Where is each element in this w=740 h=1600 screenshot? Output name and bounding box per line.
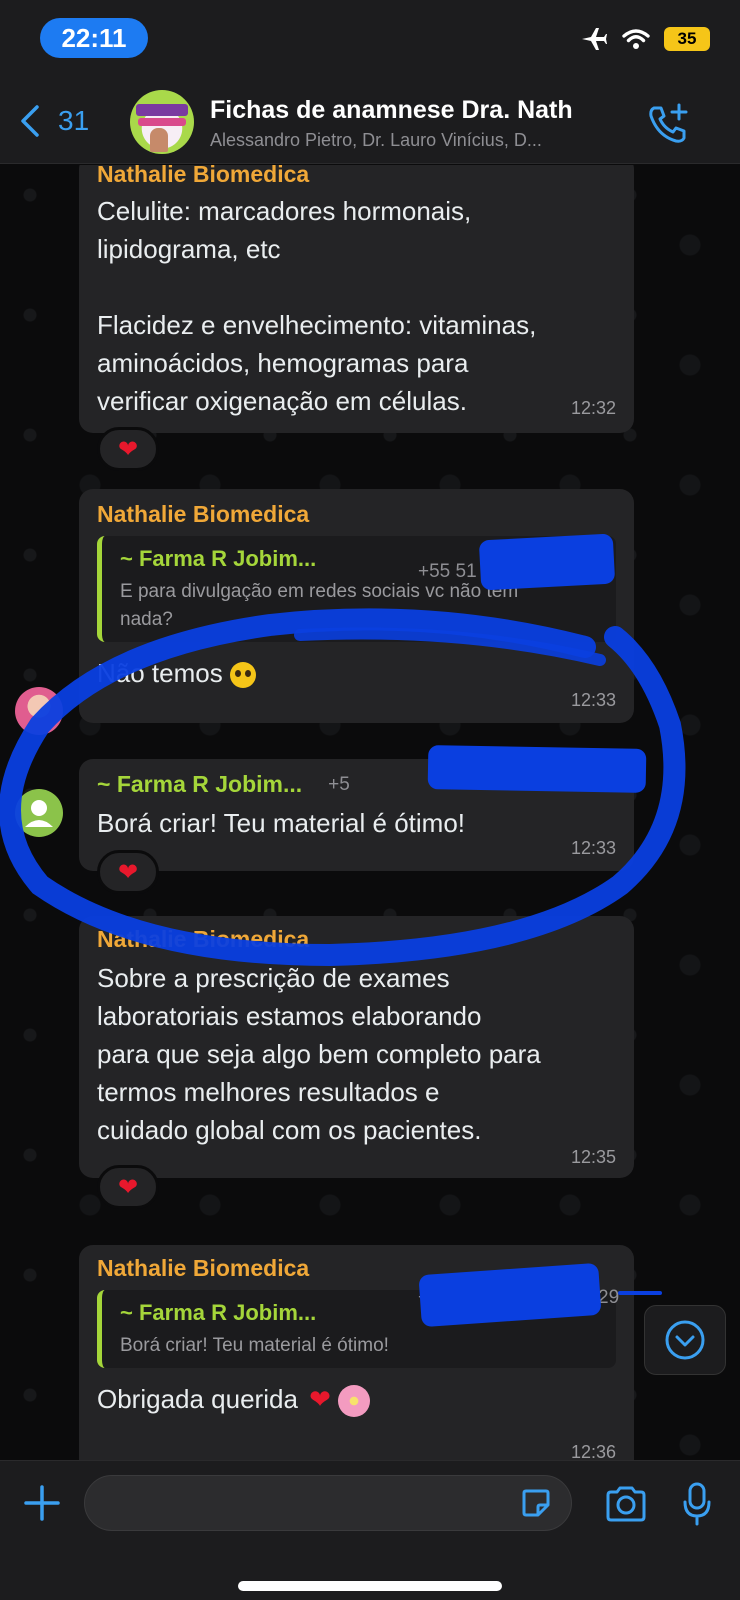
message-time: 12:35 (570, 1147, 616, 1167)
quoted-text: Borá criar! Teu material é ótimo! (120, 1335, 389, 1356)
message-text: Não temos (97, 654, 616, 692)
sender-avatar[interactable] (15, 687, 63, 735)
message-sender: Nathalie Biomedica (97, 165, 310, 187)
message-input[interactable] (84, 1475, 572, 1531)
pleading-face-icon (229, 662, 256, 689)
message-text: Borá criar! Teu material é ótimo! (97, 808, 465, 838)
default-avatar-icon[interactable] (15, 789, 63, 837)
heart-reaction[interactable]: ❤ (97, 427, 159, 471)
microphone-icon (683, 1482, 711, 1526)
group-title[interactable]: Fichas de anamnese Dra. Nath (210, 96, 573, 125)
redaction-mark (478, 533, 616, 591)
chat-area[interactable]: Nathalie Biomedica Celulite: marcadores … (0, 165, 740, 1460)
message-text: Celulite: marcadores hormonais, lipidogr… (97, 196, 537, 416)
unread-count: 31 (58, 105, 90, 136)
composer-bar (0, 1460, 740, 1600)
quoted-phone-tail: 29 (598, 1287, 620, 1308)
plus-icon (24, 1485, 60, 1521)
message-bubble[interactable]: Nathalie Biomedica ~ Farma R Jobim... E … (79, 489, 634, 723)
microphone-button[interactable] (682, 1481, 712, 1532)
message-sender: Nathalie Biomedica (97, 926, 310, 952)
heart-reaction[interactable]: ❤ (97, 1165, 159, 1209)
chevron-left-icon (21, 105, 39, 137)
camera-button[interactable] (604, 1485, 648, 1528)
message-bubble[interactable]: Nathalie Biomedica Sobre a prescrição de… (79, 916, 634, 1178)
message-text: Sobre a prescrição de exames laboratoria… (97, 963, 541, 1145)
back-button[interactable]: 31 (20, 104, 89, 138)
message-text: Obrigada querida ❤ (97, 1380, 616, 1418)
attach-button[interactable] (22, 1483, 62, 1528)
heart-reaction[interactable]: ❤ (97, 850, 159, 894)
camera-icon (606, 1486, 646, 1522)
chat-header: 31 Fichas de anamnese Dra. Nath Alessand… (0, 80, 740, 164)
redaction-mark (427, 745, 647, 793)
status-bar: 22:11 35 (0, 0, 740, 80)
sticker-button[interactable] (520, 1487, 552, 1524)
sticker-icon (522, 1489, 550, 1517)
group-avatar[interactable] (130, 90, 194, 154)
wifi-icon (622, 29, 650, 49)
message-time: 12:33 (570, 838, 616, 858)
message-time: 12:33 (570, 690, 616, 710)
message-bubble[interactable]: Nathalie Biomedica Celulite: marcadores … (79, 165, 634, 433)
message-sender: Nathalie Biomedica (97, 501, 310, 527)
chevron-down-icon (665, 1320, 705, 1360)
heart-emoji-icon: ❤ (309, 1384, 331, 1414)
home-indicator (238, 1581, 502, 1591)
scroll-to-bottom-button[interactable] (644, 1305, 726, 1375)
status-icons: 35 (580, 26, 710, 52)
phone-plus-icon (649, 103, 688, 143)
add-call-button[interactable] (646, 102, 690, 151)
status-time: 22:11 (40, 18, 148, 58)
airplane-icon (582, 28, 607, 50)
message-time: 12:36 (570, 1442, 616, 1460)
cherry-blossom-icon (338, 1385, 371, 1418)
battery-indicator: 35 (664, 27, 710, 51)
message-time: 12:32 (570, 398, 616, 418)
group-members[interactable]: Alessandro Pietro, Dr. Lauro Vinícius, D… (210, 130, 620, 151)
